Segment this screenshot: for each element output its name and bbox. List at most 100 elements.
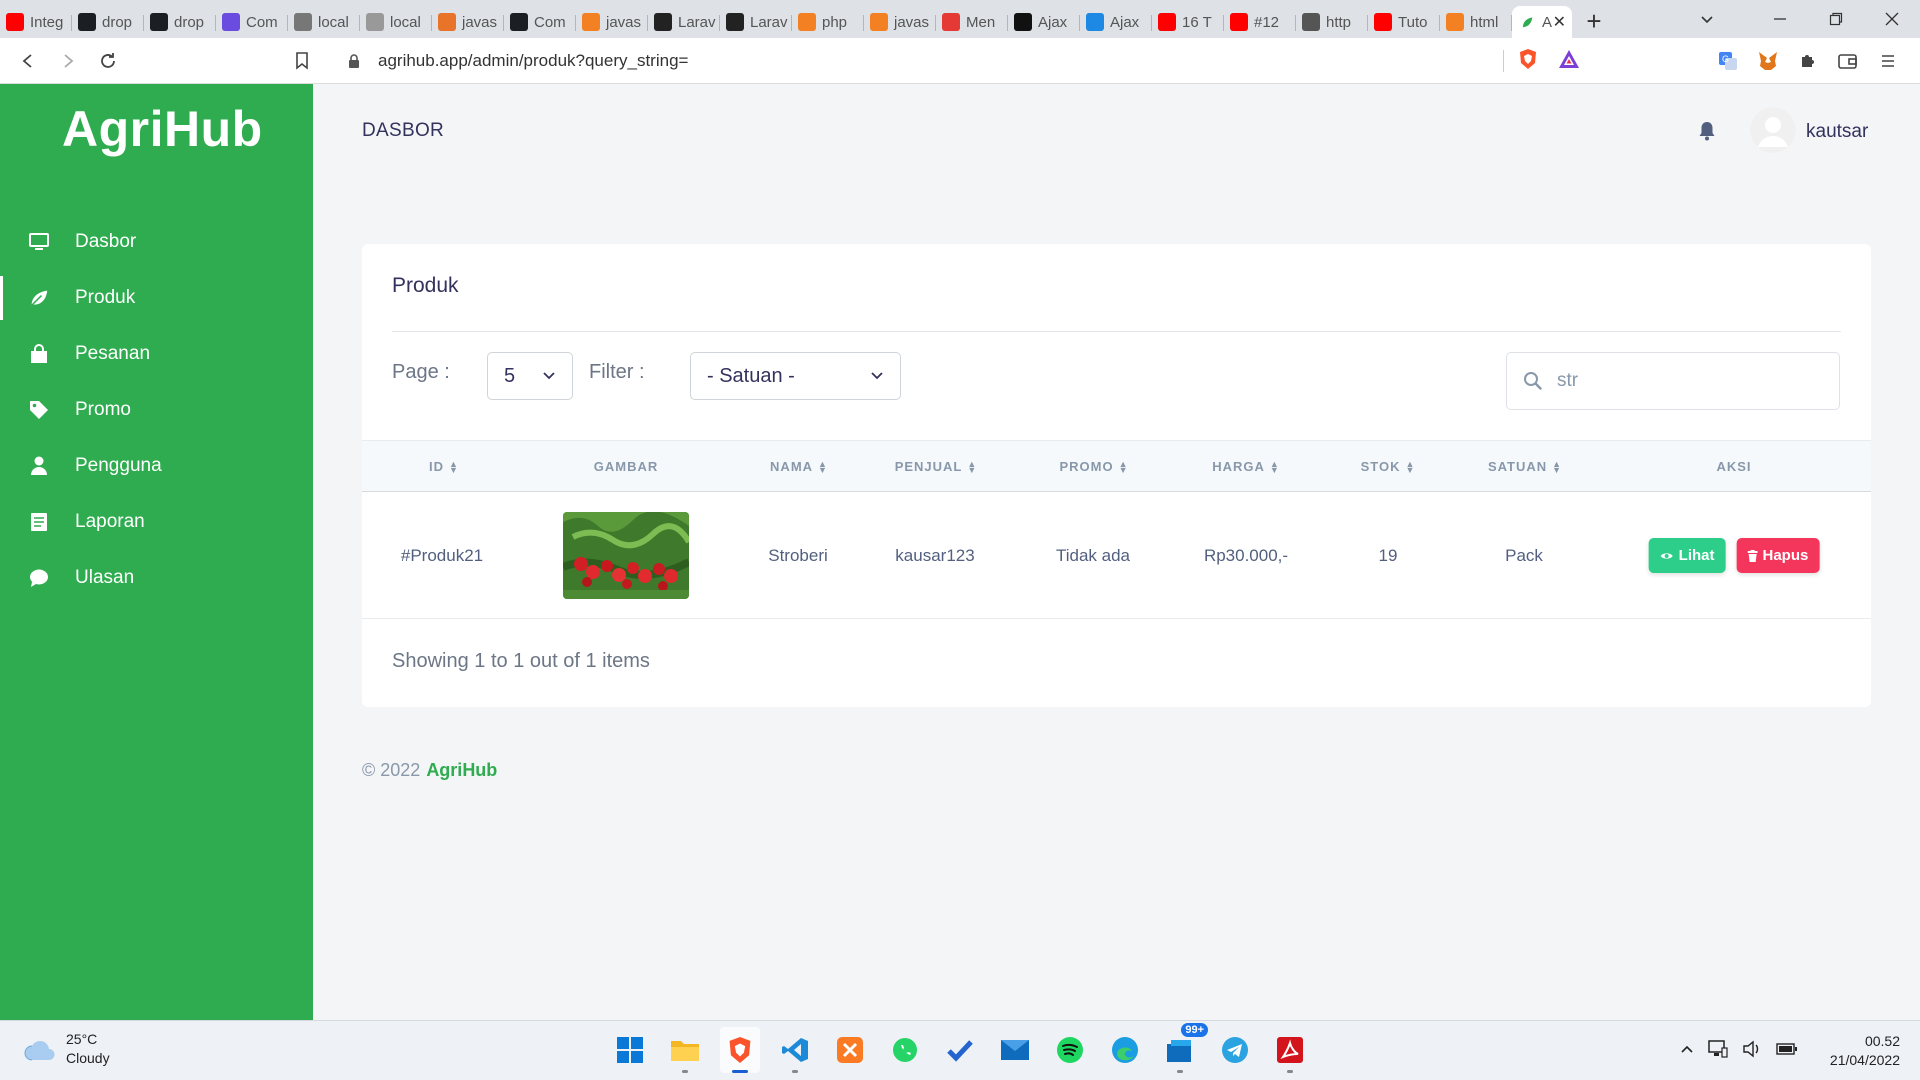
browser-tab[interactable]: html (1440, 7, 1512, 37)
wallet-icon[interactable] (1836, 49, 1860, 73)
spotify-icon[interactable] (1050, 1027, 1090, 1073)
page-size-value: 5 (504, 364, 516, 387)
st-icon (1086, 13, 1104, 31)
network-icon[interactable] (1708, 1039, 1728, 1063)
browser-tab[interactable]: javas (576, 7, 648, 37)
browser-tab[interactable]: Larav (720, 7, 792, 37)
acrobat-icon[interactable] (1270, 1027, 1310, 1073)
browser-tab[interactable]: local (360, 7, 432, 37)
todo-icon[interactable] (940, 1027, 980, 1073)
tab-active[interactable]: A ✕ (1512, 6, 1572, 38)
col-penjual[interactable]: PENJUAL ▲ ▼ (895, 441, 978, 492)
xampp-icon[interactable] (830, 1027, 870, 1073)
url-bar[interactable]: agrihub.app/admin/produk?query_string= (330, 44, 1588, 78)
browser-tab[interactable]: php (792, 7, 864, 37)
browser-tab[interactable]: 16 T (1152, 7, 1224, 37)
edge-icon[interactable] (1105, 1027, 1145, 1073)
browser-tab[interactable]: Larav (648, 7, 720, 37)
sidebar-item-produk[interactable]: Produk (0, 270, 313, 326)
col-harga[interactable]: HARGA ▲ ▼ (1212, 441, 1280, 492)
close-tab-icon[interactable]: ✕ (1553, 12, 1566, 32)
browser-tab[interactable]: Integ (0, 7, 72, 37)
stack-icon (798, 13, 816, 31)
browser-tab[interactable]: Ajax (1080, 7, 1152, 37)
cell-harga: Rp30.000,- (1203, 545, 1289, 565)
sidebar-item-promo[interactable]: Promo (0, 382, 313, 438)
unit-filter-value: - Satuan - (707, 364, 795, 387)
browser-tab[interactable]: Ajax (1008, 7, 1080, 37)
search-box[interactable] (1506, 352, 1840, 410)
browser-tab[interactable]: #12 (1224, 7, 1296, 37)
footer-brand-link[interactable]: AgriHub (426, 760, 497, 780)
browser-tab[interactable]: javas (432, 7, 504, 37)
telegram-icon[interactable] (1215, 1027, 1255, 1073)
url-text: agrihub.app/admin/produk?query_string= (378, 51, 689, 70)
weather-widget[interactable]: 25°C Cloudy (24, 1030, 110, 1068)
browser-tab[interactable]: Tuto (1368, 7, 1440, 37)
sidebar-item-laporan[interactable]: Laporan (0, 494, 313, 550)
sidebar-item-pengguna[interactable]: Pengguna (0, 438, 313, 494)
minimize-icon[interactable] (1752, 0, 1808, 38)
reload-icon[interactable] (88, 41, 128, 81)
close-window-icon[interactable] (1864, 0, 1920, 38)
col-satuan[interactable]: SATUAN ▲ ▼ (1488, 441, 1562, 492)
menu-icon[interactable] (1876, 49, 1900, 73)
cell-satuan: Pack (1505, 545, 1543, 565)
start-icon[interactable] (610, 1027, 650, 1073)
browser-tab[interactable]: Com (504, 7, 576, 37)
unit-filter-select[interactable]: - Satuan - (690, 352, 901, 400)
col-nama[interactable]: NAMA ▲ ▼ (770, 441, 828, 492)
browser-tab[interactable]: Men (936, 7, 1008, 37)
browser-tab[interactable]: drop (144, 7, 216, 37)
url-divider (1503, 50, 1504, 72)
browser-tab[interactable]: local (288, 7, 360, 37)
sidebar-item-ulasan[interactable]: Ulasan (0, 550, 313, 606)
delete-button[interactable]: Hapus (1736, 538, 1820, 573)
running-indicator (1177, 1070, 1183, 1073)
forward-icon[interactable] (48, 41, 88, 81)
avatar[interactable] (1750, 107, 1796, 153)
puzzle-icon[interactable] (1796, 49, 1820, 73)
battery-icon[interactable] (1776, 1041, 1798, 1062)
vscode-icon[interactable] (775, 1027, 815, 1073)
col-id[interactable]: ID ▲ ▼ (429, 441, 459, 492)
browser-tab[interactable]: drop (72, 7, 144, 37)
page-size-select[interactable]: 5 (487, 352, 573, 400)
search-input[interactable] (1557, 370, 1807, 392)
username[interactable]: kautsar (1806, 121, 1868, 143)
clock[interactable]: 00.52 21/04/2022 (1830, 1032, 1900, 1070)
col-stok[interactable]: STOK ▲ ▼ (1361, 441, 1416, 492)
brave-rewards-icon[interactable] (1558, 49, 1580, 74)
whatsapp-icon[interactable] (885, 1027, 925, 1073)
view-button[interactable]: Lihat (1648, 538, 1726, 573)
file-explorer-icon[interactable] (665, 1027, 705, 1073)
metamask-icon[interactable] (1756, 49, 1780, 73)
browser-tab[interactable]: Com (216, 7, 288, 37)
brand-logo[interactable]: AgriHub (62, 100, 263, 158)
sidebar-item-pesanan[interactable]: Pesanan (0, 326, 313, 382)
restore-icon[interactable] (1808, 0, 1864, 38)
tab-label: Ajax (1038, 13, 1068, 31)
product-image[interactable] (563, 512, 689, 599)
tab-label: html (1470, 13, 1499, 31)
volume-icon[interactable] (1742, 1040, 1762, 1063)
tab-label: Integ (30, 13, 64, 31)
browser-tab[interactable]: http (1296, 7, 1368, 37)
tab-search-chevron-icon[interactable] (1672, 0, 1742, 38)
outlook-icon[interactable]: 99+ (1160, 1023, 1208, 1073)
tab-label: 16 T (1182, 13, 1212, 31)
browser-toolbar: agrihub.app/admin/produk?query_string= G (0, 38, 1920, 84)
bell-icon[interactable] (1696, 119, 1718, 143)
browser-tab[interactable]: javas (864, 7, 936, 37)
translate-icon[interactable]: G (1716, 49, 1740, 73)
brave-shield-icon[interactable] (1518, 48, 1538, 75)
sidebar-item-dasbor[interactable]: Dasbor (0, 214, 313, 270)
chevron-up-icon[interactable] (1680, 1042, 1694, 1061)
sidebar-item-label: Pengguna (75, 455, 162, 476)
mail-icon[interactable] (995, 1027, 1035, 1073)
back-icon[interactable] (8, 41, 48, 81)
col-promo[interactable]: PROMO ▲ ▼ (1059, 441, 1128, 492)
new-tab-button[interactable]: + (1576, 6, 1612, 36)
brave-browser-icon[interactable] (720, 1027, 760, 1073)
bookmark-icon[interactable] (282, 41, 322, 81)
